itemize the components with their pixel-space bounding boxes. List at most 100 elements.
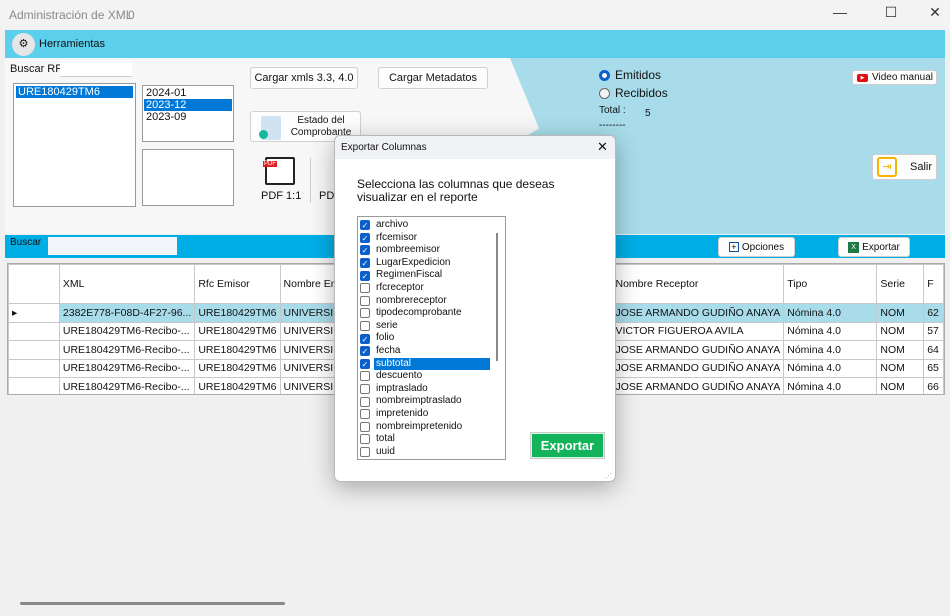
- checkbox-unchecked-icon[interactable]: [360, 295, 370, 306]
- cell-nombre-receptor: JOSE ARMANDO GUDIÑO ANAYA: [611, 303, 785, 323]
- pdf-icon[interactable]: PDF: [263, 157, 295, 185]
- checkbox-checked-icon[interactable]: ✓: [360, 245, 370, 256]
- row-header[interactable]: [8, 340, 60, 360]
- checkbox-unchecked-icon[interactable]: [360, 447, 370, 458]
- cargar-xmls-button[interactable]: Cargar xmls 3.3, 4.0: [250, 67, 358, 89]
- cell-xml: URE180429TM6-Recibo-...: [58, 321, 196, 341]
- rfc-list-item[interactable]: URE180429TM6: [16, 86, 133, 98]
- excel-icon: X: [848, 241, 860, 253]
- checkbox-unchecked-icon[interactable]: [360, 421, 370, 432]
- column-option-lugarexpedicion[interactable]: ✓ LugarExpedicion: [360, 257, 453, 270]
- horizontal-scrollbar[interactable]: [20, 602, 285, 605]
- radio-selected-icon: [599, 69, 610, 81]
- minimize-button[interactable]: —: [825, 4, 855, 24]
- close-icon[interactable]: ✕: [597, 139, 608, 155]
- dialog-exportar-button[interactable]: Exportar: [530, 432, 605, 459]
- column-option-imptraslado[interactable]: imptraslado: [360, 383, 430, 396]
- row-header[interactable]: [8, 358, 60, 378]
- checkbox-checked-icon[interactable]: ✓: [360, 270, 370, 281]
- opciones-button[interactable]: + Opciones: [718, 237, 795, 257]
- column-option-regimenfiscal[interactable]: ✓ RegimenFiscal: [360, 269, 444, 282]
- column-header-xml[interactable]: XML: [58, 264, 196, 304]
- recibidos-radio[interactable]: Recibidos: [599, 86, 668, 100]
- cell-nombre-receptor: JOSE ARMANDO GUDIÑO ANAYA: [611, 358, 785, 378]
- column-option-descuento[interactable]: descuento: [360, 370, 424, 383]
- cell-f: 66: [923, 377, 944, 394]
- column-option-nombreimpretenido[interactable]: nombreimpretenido: [360, 421, 464, 434]
- columns-checklist[interactable]: ✓ archivo ✓ rfcemisor ✓ nombreemisor ✓ LugarExp…: [357, 216, 506, 460]
- column-option-impretenido[interactable]: impretenido: [360, 408, 430, 421]
- cargar-metadatos-button[interactable]: Cargar Metadatos: [378, 67, 488, 89]
- column-option-total[interactable]: total: [360, 433, 397, 446]
- cell-serie: NOM: [876, 377, 925, 394]
- gear-icon[interactable]: ⚙: [12, 33, 35, 56]
- checkbox-checked-icon[interactable]: ✓: [360, 258, 370, 269]
- column-option-label: serie: [376, 319, 398, 331]
- column-option-label: imptraslado: [376, 382, 428, 394]
- column-header-nombre-receptor[interactable]: Nombre Receptor: [611, 264, 785, 304]
- column-option-uuid[interactable]: uuid: [360, 446, 397, 459]
- close-window-button[interactable]: ✕: [920, 4, 950, 24]
- column-header-tipo[interactable]: Tipo: [783, 264, 878, 304]
- buscar-input[interactable]: [48, 237, 177, 255]
- checkbox-unchecked-icon[interactable]: [360, 384, 370, 395]
- column-option-rfcemisor[interactable]: ✓ rfcemisor: [360, 232, 419, 245]
- cell-tipo: Nómina 4.0: [783, 340, 878, 360]
- maximize-button[interactable]: ☐: [876, 4, 906, 24]
- checkbox-checked-icon[interactable]: ✓: [360, 346, 370, 357]
- list-scrollbar[interactable]: [496, 233, 498, 361]
- checkbox-unchecked-icon[interactable]: [360, 321, 370, 332]
- salir-button[interactable]: ⇥ Salir: [872, 154, 937, 180]
- youtube-icon: ▶: [857, 73, 868, 82]
- column-header-f[interactable]: F: [923, 264, 944, 304]
- column-option-tipodecomprobante[interactable]: tipodecomprobante: [360, 307, 464, 320]
- cell-f: 65: [923, 358, 944, 378]
- emitidos-radio[interactable]: Emitidos: [599, 68, 661, 82]
- cell-rfc-emisor: URE180429TM6: [194, 303, 281, 323]
- column-header-rfc-emisor[interactable]: Rfc Emisor: [194, 264, 281, 304]
- radio-unselected-icon: [599, 87, 610, 99]
- buscar-label: Buscar: [10, 237, 42, 248]
- period-item-selected[interactable]: 2023-12: [144, 99, 232, 111]
- column-option-label: impretenido: [376, 408, 429, 419]
- pdf-1-1-label[interactable]: PDF 1:1: [261, 190, 301, 202]
- column-header-serie[interactable]: Serie: [876, 264, 925, 304]
- cell-rfc-emisor: URE180429TM6: [194, 377, 281, 394]
- checkbox-checked-icon[interactable]: ✓: [360, 358, 370, 369]
- cell-nombre-receptor: JOSE ARMANDO GUDIÑO ANAYA: [611, 377, 785, 394]
- buscar-rfc-input[interactable]: [60, 61, 132, 77]
- herramientas-menu[interactable]: Herramientas: [39, 38, 105, 50]
- period-item[interactable]: 2023-09: [144, 111, 232, 123]
- checkbox-unchecked-icon[interactable]: [360, 409, 370, 420]
- column-option-fecha[interactable]: ✓ fecha: [360, 345, 402, 358]
- checkbox-unchecked-icon[interactable]: [360, 396, 370, 407]
- current-row-indicator-icon[interactable]: ▸: [8, 303, 60, 323]
- checkbox-unchecked-icon[interactable]: [360, 308, 370, 319]
- row-header[interactable]: [8, 377, 60, 394]
- checkbox-checked-icon[interactable]: ✓: [360, 333, 370, 344]
- period-list[interactable]: 2024-01 2023-12 2023-09: [142, 85, 234, 142]
- period-item[interactable]: 2024-01: [144, 87, 232, 99]
- dialog-title: Exportar Columnas: [341, 142, 427, 153]
- column-option-nombrereceptor[interactable]: nombrereceptor: [360, 295, 449, 308]
- column-option-serie[interactable]: serie: [360, 320, 400, 333]
- checkbox-unchecked-icon[interactable]: [360, 283, 370, 294]
- column-option-archivo[interactable]: ✓ archivo: [360, 219, 410, 232]
- checkbox-unchecked-icon[interactable]: [360, 434, 370, 445]
- column-option-nombreimptraslado[interactable]: nombreimptraslado: [360, 395, 464, 408]
- row-header[interactable]: [8, 321, 60, 341]
- checkbox-checked-icon[interactable]: ✓: [360, 220, 370, 231]
- rfc-list[interactable]: URE180429TM6: [13, 83, 136, 207]
- checkbox-checked-icon[interactable]: ✓: [360, 232, 370, 243]
- column-option-label: rfcreceptor: [376, 282, 424, 293]
- checkbox-unchecked-icon[interactable]: [360, 371, 370, 382]
- resize-grip-icon[interactable]: ⋰: [605, 472, 612, 480]
- column-option-subtotal[interactable]: ✓ subtotal: [360, 357, 490, 371]
- column-option-folio[interactable]: ✓ folio: [360, 332, 396, 345]
- toolbar: ⚙ Herramientas: [5, 30, 945, 58]
- exportar-button[interactable]: X Exportar: [838, 237, 910, 257]
- column-option-rfcreceptor[interactable]: rfcreceptor: [360, 282, 426, 295]
- video-manual-button[interactable]: ▶ Video manual: [852, 70, 937, 85]
- secondary-list[interactable]: [142, 149, 234, 206]
- column-option-nombreemisor[interactable]: ✓ nombreemisor: [360, 244, 442, 257]
